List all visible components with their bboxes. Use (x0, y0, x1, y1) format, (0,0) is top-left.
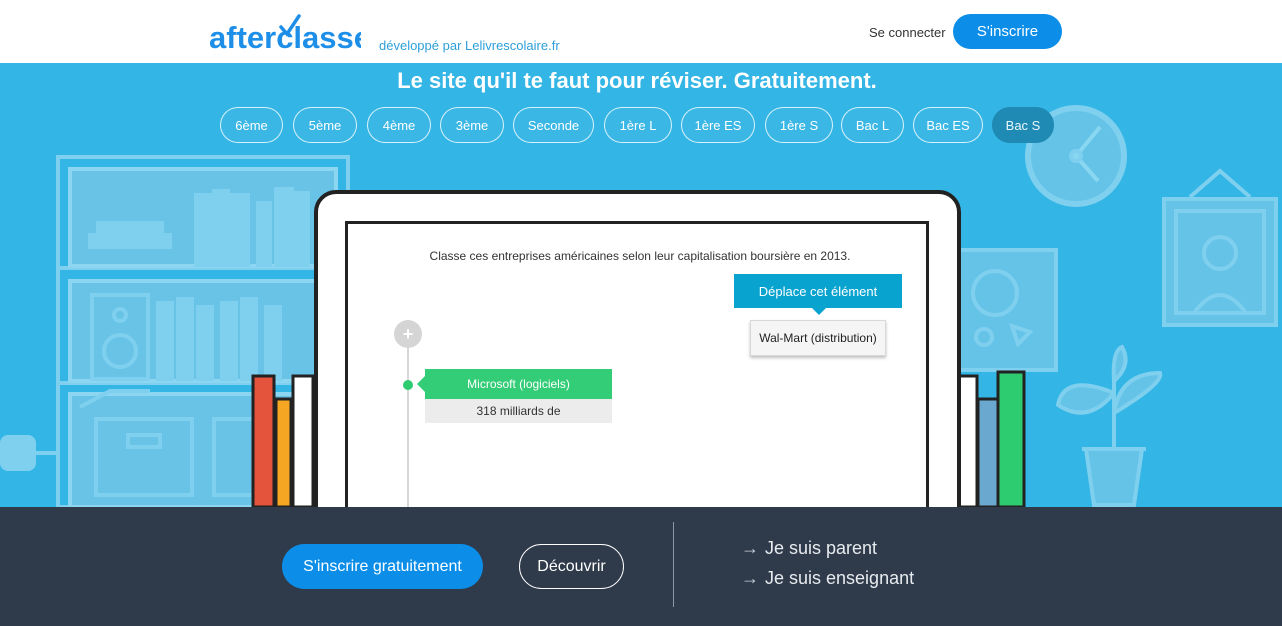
discover-button[interactable]: Découvrir (519, 544, 624, 589)
level-bac-s[interactable]: Bac S (992, 107, 1054, 143)
teacher-link-label: Je suis enseignant (765, 568, 915, 588)
level-5eme[interactable]: 5ème (293, 107, 357, 143)
tagline: développé par Lelivrescolaire.fr (379, 38, 560, 53)
level-bac-es[interactable]: Bac ES (913, 107, 983, 143)
timeline-plus-icon[interactable]: + (394, 320, 422, 348)
exercise-question: Classe ces entreprises américaines selon… (429, 249, 851, 263)
level-4eme[interactable]: 4ème (367, 107, 431, 143)
draggable-card-walmart[interactable]: Wal-Mart (distribution) (750, 320, 886, 356)
level-bac-l[interactable]: Bac L (841, 107, 904, 143)
teacher-link[interactable]: → Je suis enseignant (741, 568, 914, 589)
level-3eme[interactable]: 3ème (440, 107, 504, 143)
timeline-line (407, 344, 409, 507)
exercise-screen: Classe ces entreprises américaines selon… (345, 221, 929, 507)
arrow-right-icon: → (741, 538, 759, 558)
top-header: afterclasse développé par Lelivrescolair… (0, 0, 1282, 63)
hero-section: Le site qu'il te faut pour réviser. Grat… (0, 63, 1282, 507)
arrow-right-icon: → (741, 568, 759, 588)
books-right (957, 370, 1026, 507)
drag-hint-tooltip: Déplace cet élément (734, 274, 902, 315)
level-1ere-es[interactable]: 1ère ES (681, 107, 755, 143)
signup-button[interactable]: S'inscrire (953, 14, 1062, 49)
parent-link-label: Je suis parent (765, 538, 878, 558)
placed-answer-label[interactable]: Microsoft (logiciels) (417, 369, 612, 399)
level-1ere-l[interactable]: 1ère L (604, 107, 672, 143)
level-1ere-s[interactable]: 1ère S (765, 107, 833, 143)
parent-link[interactable]: → Je suis parent (741, 538, 877, 559)
timeline-marker (403, 380, 413, 390)
login-link[interactable]: Se connecter (869, 25, 946, 40)
level-seconde[interactable]: Seconde (513, 107, 594, 143)
level-6eme[interactable]: 6ème (220, 107, 283, 143)
placed-answer-value: 318 milliards de (425, 399, 612, 423)
footer-bar: S'inscrire gratuitement Découvrir → Je s… (0, 507, 1282, 626)
footer-divider (673, 522, 674, 607)
signup-free-button[interactable]: S'inscrire gratuitement (282, 544, 483, 589)
afterclasse-logo[interactable]: afterclasse (209, 12, 361, 54)
hero-title: Le site qu'il te faut pour réviser. Grat… (397, 68, 877, 93)
svg-text:afterclasse: afterclasse (209, 20, 361, 54)
